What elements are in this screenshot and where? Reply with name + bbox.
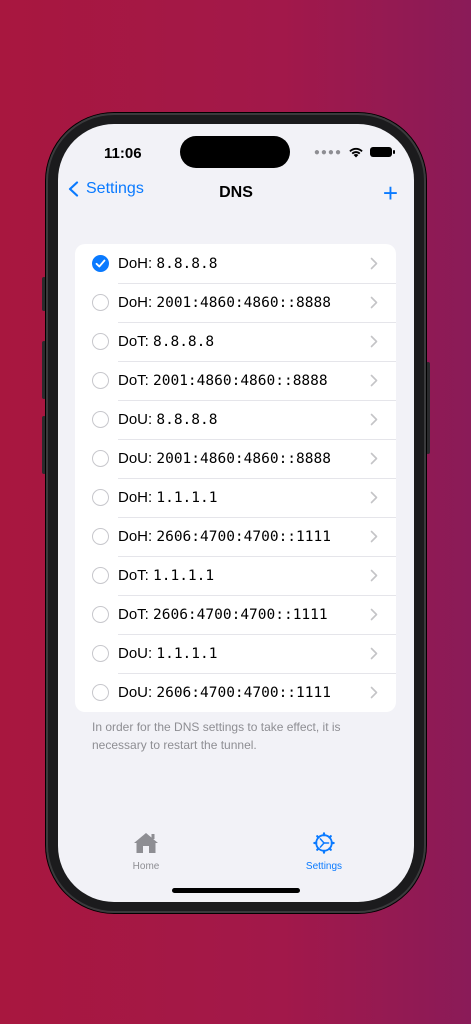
tab-settings[interactable]: Settings bbox=[294, 832, 354, 872]
dns-protocol: DoH: bbox=[118, 294, 153, 311]
dns-address: 2606:4700:4700::1111 bbox=[156, 685, 331, 701]
tab-home[interactable]: Home bbox=[116, 832, 176, 872]
dns-protocol: DoH: bbox=[118, 255, 153, 272]
dns-protocol: DoT: bbox=[118, 606, 149, 623]
dns-row[interactable]: DoH: 2606:4700:4700::1111 bbox=[75, 517, 396, 556]
radio-unselected-icon[interactable] bbox=[92, 489, 109, 506]
footer-note: In order for the DNS settings to take ef… bbox=[92, 720, 341, 752]
dns-row[interactable]: DoH: 1.1.1.1 bbox=[75, 478, 396, 517]
dns-protocol: DoT: bbox=[118, 567, 149, 584]
dns-row[interactable]: DoT: 1.1.1.1 bbox=[75, 556, 396, 595]
back-button[interactable]: Settings bbox=[66, 180, 144, 198]
dns-row-label: DoT: 2001:4860:4860::8888 bbox=[118, 372, 328, 389]
radio-unselected-icon[interactable] bbox=[92, 450, 109, 467]
signal-icon: ●●●● bbox=[313, 146, 342, 158]
dns-protocol: DoT: bbox=[118, 372, 149, 389]
dns-address: 8.8.8.8 bbox=[156, 256, 218, 272]
dns-row[interactable]: DoT: 2606:4700:4700::1111 bbox=[75, 595, 396, 634]
radio-selected-icon[interactable] bbox=[92, 255, 109, 272]
checkmark-icon bbox=[95, 259, 106, 268]
dns-protocol: DoT: bbox=[118, 333, 149, 350]
dns-address: 2001:4860:4860::8888 bbox=[156, 451, 331, 467]
gear-icon bbox=[313, 832, 335, 854]
add-button[interactable]: + bbox=[383, 180, 398, 206]
chevron-right-icon bbox=[370, 374, 378, 387]
chevron-right-icon bbox=[370, 296, 378, 309]
tab-home-label: Home bbox=[132, 861, 160, 872]
chevron-right-icon bbox=[370, 413, 378, 426]
dns-address: 1.1.1.1 bbox=[156, 490, 218, 506]
radio-unselected-icon[interactable] bbox=[92, 411, 109, 428]
status-icons: ●●●● bbox=[313, 146, 395, 158]
phone-screen: 11:06 ●●●● Settings DNS + DoH: 8.8.8.8 Do… bbox=[58, 124, 414, 902]
radio-unselected-icon[interactable] bbox=[92, 294, 109, 311]
chevron-right-icon bbox=[370, 452, 378, 465]
house-icon bbox=[134, 833, 158, 853]
chevron-right-icon bbox=[370, 335, 378, 348]
navigation-bar: Settings DNS + bbox=[58, 180, 414, 208]
dns-address: 2606:4700:4700::1111 bbox=[153, 607, 328, 623]
tab-bar: Home Settings bbox=[58, 824, 414, 884]
home-indicator bbox=[172, 888, 300, 893]
tab-settings-label: Settings bbox=[305, 861, 343, 872]
dns-row-label: DoT: 8.8.8.8 bbox=[118, 333, 214, 350]
chevron-right-icon bbox=[370, 686, 378, 699]
dns-address: 8.8.8.8 bbox=[156, 412, 218, 428]
dns-row[interactable]: DoU: 2606:4700:4700::1111 bbox=[75, 673, 396, 712]
dns-row[interactable]: DoT: 8.8.8.8 bbox=[75, 322, 396, 361]
chevron-right-icon bbox=[370, 569, 378, 582]
dns-address: 1.1.1.1 bbox=[153, 568, 215, 584]
dns-list: DoH: 8.8.8.8 DoH: 2001:4860:4860::8888 DoT… bbox=[75, 244, 396, 712]
dns-protocol: DoU: bbox=[118, 450, 153, 467]
battery-icon bbox=[370, 147, 395, 157]
dns-protocol: DoU: bbox=[118, 684, 153, 701]
dns-row-label: DoU: 2001:4860:4860::8888 bbox=[118, 450, 331, 467]
power-button bbox=[426, 362, 430, 454]
dns-row[interactable]: DoU: 1.1.1.1 bbox=[75, 634, 396, 673]
dynamic-island bbox=[180, 136, 290, 168]
dns-row[interactable]: DoH: 2001:4860:4860::8888 bbox=[75, 283, 396, 322]
status-time: 11:06 bbox=[104, 145, 142, 162]
dns-row-label: DoU: 2606:4700:4700::1111 bbox=[118, 684, 331, 701]
dns-row-label: DoT: 2606:4700:4700::1111 bbox=[118, 606, 328, 623]
dns-protocol: DoH: bbox=[118, 489, 153, 506]
chevron-right-icon bbox=[370, 257, 378, 270]
wifi-icon bbox=[349, 147, 363, 158]
dns-address: 2606:4700:4700::1111 bbox=[156, 529, 331, 545]
dns-protocol: DoU: bbox=[118, 645, 153, 662]
dns-row[interactable]: DoT: 2001:4860:4860::8888 bbox=[75, 361, 396, 400]
radio-unselected-icon[interactable] bbox=[92, 567, 109, 584]
dns-address: 2001:4860:4860::8888 bbox=[156, 295, 331, 311]
chevron-right-icon bbox=[370, 647, 378, 660]
dns-row-label: DoH: 8.8.8.8 bbox=[118, 255, 217, 272]
radio-unselected-icon[interactable] bbox=[92, 528, 109, 545]
dns-row-label: DoT: 1.1.1.1 bbox=[118, 567, 214, 584]
dns-row-label: DoU: 8.8.8.8 bbox=[118, 411, 217, 428]
dns-row-label: DoH: 1.1.1.1 bbox=[118, 489, 217, 506]
radio-unselected-icon[interactable] bbox=[92, 372, 109, 389]
radio-unselected-icon[interactable] bbox=[92, 333, 109, 350]
radio-unselected-icon[interactable] bbox=[92, 645, 109, 662]
chevron-right-icon bbox=[370, 530, 378, 543]
dns-address: 1.1.1.1 bbox=[156, 646, 218, 662]
dns-protocol: DoU: bbox=[118, 411, 153, 428]
dns-address: 8.8.8.8 bbox=[153, 334, 215, 350]
chevron-right-icon bbox=[370, 491, 378, 504]
dns-row-label: DoU: 1.1.1.1 bbox=[118, 645, 217, 662]
dns-row[interactable]: DoU: 8.8.8.8 bbox=[75, 400, 396, 439]
dns-protocol: DoH: bbox=[118, 528, 153, 545]
dns-row-label: DoH: 2606:4700:4700::1111 bbox=[118, 528, 331, 545]
dns-row[interactable]: DoU: 2001:4860:4860::8888 bbox=[75, 439, 396, 478]
radio-unselected-icon[interactable] bbox=[92, 606, 109, 623]
dns-row-label: DoH: 2001:4860:4860::8888 bbox=[118, 294, 331, 311]
radio-unselected-icon[interactable] bbox=[92, 684, 109, 701]
back-button-label: Settings bbox=[86, 180, 144, 197]
dns-address: 2001:4860:4860::8888 bbox=[153, 373, 328, 389]
chevron-right-icon bbox=[370, 608, 378, 621]
chevron-left-icon bbox=[68, 181, 79, 197]
dns-row[interactable]: DoH: 8.8.8.8 bbox=[75, 244, 396, 283]
